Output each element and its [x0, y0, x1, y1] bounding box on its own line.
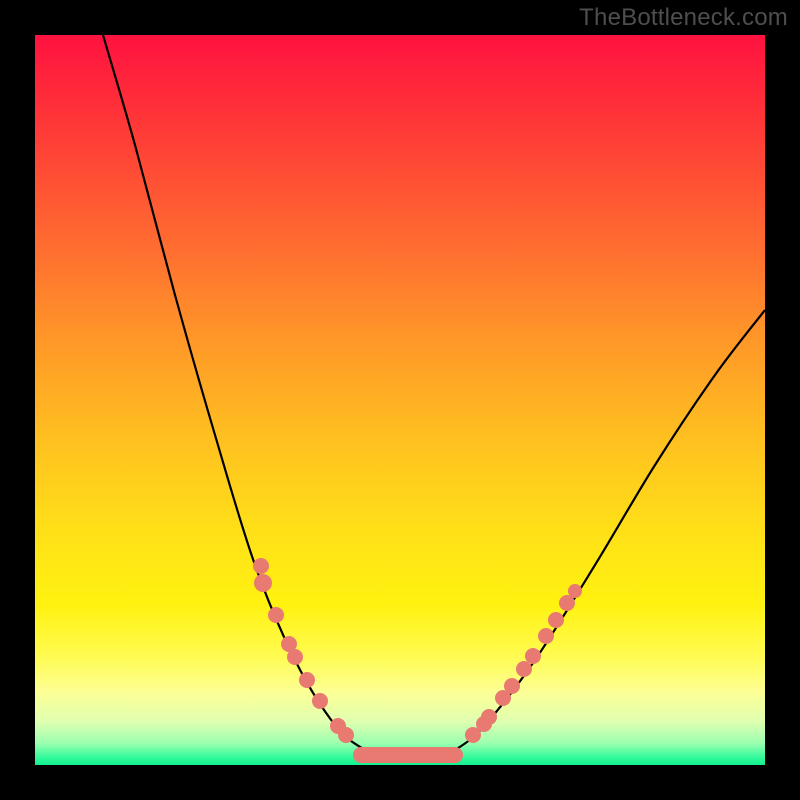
marker-group [253, 558, 582, 743]
curve-marker [299, 672, 315, 688]
curve-marker [504, 678, 520, 694]
curve-marker [312, 693, 328, 709]
curve-path [103, 35, 765, 758]
curve-marker [568, 584, 582, 598]
curve-marker [253, 558, 269, 574]
curve-marker [525, 648, 541, 664]
plot-area [35, 35, 765, 765]
curve-marker [538, 628, 554, 644]
bottleneck-curve [35, 35, 765, 765]
curve-marker [254, 574, 272, 592]
curve-marker [516, 661, 532, 677]
curve-marker [268, 607, 284, 623]
curve-marker [287, 649, 303, 665]
curve-marker [481, 709, 497, 725]
curve-marker [338, 727, 354, 743]
watermark-text: TheBottleneck.com [579, 4, 788, 32]
chart-frame: TheBottleneck.com [0, 0, 800, 800]
curve-marker [548, 612, 564, 628]
